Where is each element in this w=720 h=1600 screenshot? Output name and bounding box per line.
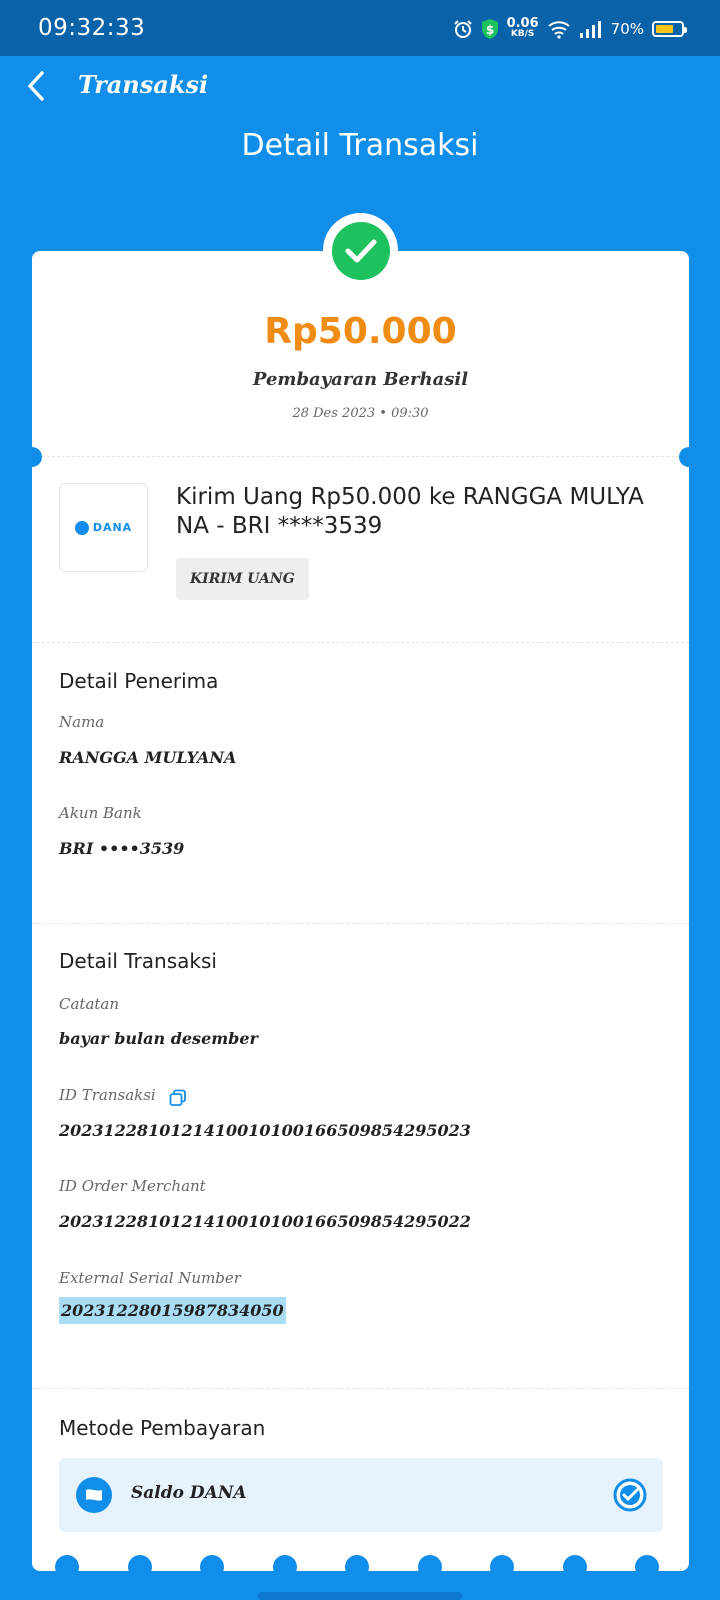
transaction-amount: Rp50.000 — [264, 311, 457, 352]
ticket-edge — [32, 1555, 689, 1579]
battery-icon — [652, 21, 687, 37]
signal-icon — [579, 21, 601, 38]
back-button[interactable] — [18, 68, 54, 104]
page-title: Detail Transaksi — [241, 128, 479, 163]
top-nav: Transaksi — [0, 56, 720, 116]
dana-logo-icon — [74, 520, 89, 535]
battery-percent: 70% — [610, 20, 644, 38]
serial-value-text: 20231228015987834050 — [59, 1297, 286, 1324]
status-bar: 09:32:33 $ 0.06 KB/S 70% — [0, 0, 720, 56]
left-notch — [22, 447, 42, 467]
shield-dollar-icon: $ — [481, 19, 498, 39]
divider — [32, 1388, 689, 1389]
status-time: 09:32:33 — [38, 15, 146, 41]
transaction-section-title: Detail Transaksi — [59, 949, 217, 973]
net-speed-unit: KB/S — [510, 29, 535, 39]
merchant-logo: DANA — [59, 483, 148, 572]
home-indicator[interactable] — [258, 1592, 462, 1600]
payment-status: Pembayaran Berhasil — [252, 369, 469, 390]
divider — [32, 923, 689, 924]
name-label: Nama — [59, 713, 105, 731]
success-badge — [323, 213, 398, 288]
check-circle-icon — [331, 221, 390, 280]
serial-value[interactable]: 20231228015987834050 — [59, 1297, 286, 1324]
status-icons: $ 0.06 KB/S 70% — [453, 14, 687, 44]
chevron-left-icon — [28, 71, 44, 101]
battery-fill — [656, 25, 673, 33]
bank-label: Akun Bank — [59, 804, 142, 822]
alarm-icon — [453, 20, 472, 38]
order-id-label: ID Order Merchant — [59, 1177, 206, 1195]
net-speed-value: 0.06 — [506, 16, 539, 31]
divider — [32, 642, 689, 643]
payment-section-title: Metode Pembayaran — [59, 1416, 266, 1440]
transaction-description: Kirim Uang Rp50.000 ke RANGGA MULYANA - … — [176, 484, 644, 539]
dana-logo-text: DANA — [92, 521, 133, 534]
wifi-icon — [548, 21, 570, 39]
note-label: Catatan — [59, 995, 120, 1013]
note-value: bayar bulan desember — [59, 1029, 258, 1048]
order-id-value: 2023122810121410010100166509854295022 — [59, 1212, 471, 1231]
transaction-type-badge: KIRIM UANG — [176, 558, 309, 600]
right-notch — [679, 447, 699, 467]
bank-value: BRI ••••3539 — [59, 839, 185, 858]
transaction-id-value: 2023122810121410010100166509854295023 — [59, 1121, 471, 1140]
dana-wallet-icon — [76, 1477, 112, 1513]
divider — [32, 456, 689, 457]
payment-method-label: Saldo DANA — [131, 1483, 247, 1503]
svg-text:$: $ — [485, 23, 493, 37]
copy-icon[interactable] — [169, 1089, 187, 1107]
serial-label: External Serial Number — [59, 1269, 241, 1287]
transaction-id-label: ID Transaksi — [59, 1086, 156, 1104]
payment-method-row[interactable]: Saldo DANA — [59, 1458, 663, 1532]
name-value: RANGGA MULYANA — [59, 748, 237, 767]
recipient-section-title: Detail Penerima — [59, 669, 219, 693]
verified-check-icon — [613, 1478, 647, 1512]
transaction-datetime: 28 Des 2023 • 09:30 — [292, 406, 429, 421]
receipt-card: Rp50.000 Pembayaran Berhasil 28 Des 2023… — [22, 251, 699, 1579]
net-speed: 0.06 KB/S — [506, 16, 539, 39]
nav-title: Transaksi — [78, 70, 209, 99]
